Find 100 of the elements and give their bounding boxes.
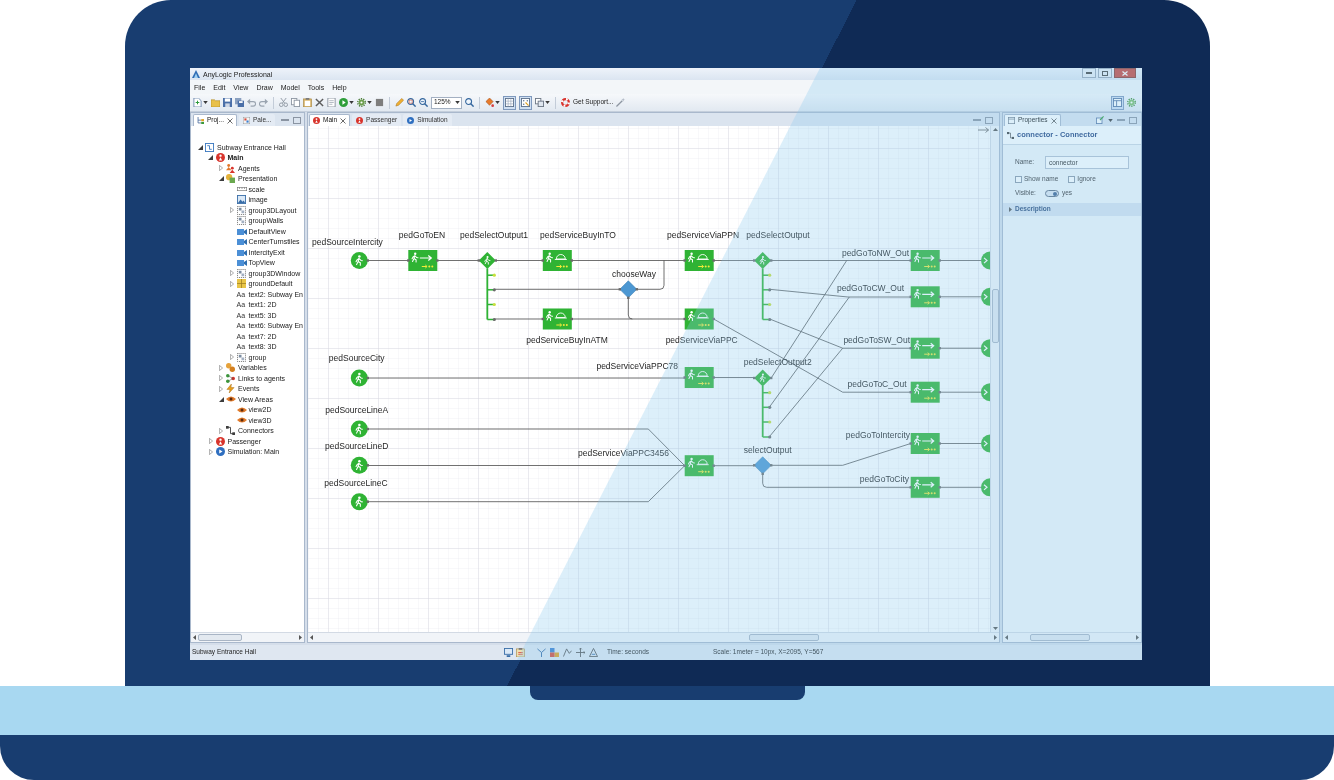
dotted-arrow-icon — [923, 447, 936, 452]
scroll-left-icon[interactable] — [310, 635, 313, 640]
grid-icon — [505, 98, 514, 107]
scrollbar-thumb[interactable] — [749, 634, 819, 641]
branch-icon[interactable] — [537, 648, 546, 657]
tree-arrow-right-icon[interactable] — [229, 270, 234, 277]
minimize-button[interactable] — [1082, 68, 1096, 78]
tree-arrow-right-icon[interactable] — [208, 438, 213, 445]
node-label: chooseWay — [611, 269, 657, 279]
gear-icon[interactable] — [357, 98, 366, 107]
tree-arrow-right-icon[interactable] — [219, 165, 223, 172]
save-icon[interactable] — [223, 98, 232, 107]
chevron-icon — [983, 257, 988, 264]
redo-icon[interactable] — [259, 98, 268, 107]
zoom-area-icon[interactable] — [407, 98, 416, 107]
close-icon[interactable] — [227, 117, 233, 124]
lifebuoy-icon — [561, 98, 570, 107]
connector — [939, 443, 982, 444]
close-icon[interactable] — [1050, 117, 1057, 124]
maximize-icon[interactable] — [293, 116, 301, 124]
scroll-right-icon[interactable] — [299, 635, 302, 640]
tree-arrow-down-icon[interactable] — [197, 144, 203, 150]
chevron-icon — [983, 484, 988, 491]
save-all-icon[interactable] — [235, 98, 244, 107]
eye-icon — [226, 396, 236, 403]
maximize-icon[interactable] — [985, 116, 993, 124]
gear-icon[interactable] — [1127, 98, 1136, 107]
scroll-left-icon[interactable] — [1005, 635, 1008, 640]
scissors-icon[interactable] — [279, 98, 288, 107]
close-icon[interactable] — [340, 117, 347, 124]
document-icon[interactable] — [327, 98, 336, 107]
stop-icon[interactable] — [375, 98, 384, 107]
scroll-right-icon[interactable] — [1136, 635, 1139, 640]
checkbox[interactable] — [1015, 176, 1022, 183]
lightning-icon — [226, 384, 235, 394]
scrollbar-thumb[interactable] — [198, 634, 242, 641]
pedestrian-icon — [759, 373, 766, 383]
clipboard-icon[interactable] — [516, 648, 525, 657]
caret-icon[interactable] — [495, 101, 500, 104]
toggle-button[interactable] — [503, 95, 516, 110]
tree-arrow-right-icon[interactable] — [208, 448, 213, 455]
scroll-left-icon[interactable] — [193, 635, 196, 640]
scrollbar-thumb[interactable] — [1030, 634, 1090, 641]
triangle-icon[interactable] — [589, 648, 598, 657]
visible-toggle[interactable] — [1045, 190, 1059, 197]
bell-icon — [696, 312, 710, 319]
edit-window-icon[interactable] — [1096, 116, 1104, 124]
zoom-out-icon[interactable] — [419, 98, 428, 107]
caret-icon[interactable] — [203, 101, 208, 104]
color-squares-icon[interactable] — [550, 648, 559, 657]
zoom-in-icon[interactable] — [465, 98, 474, 107]
dotted-arrow-icon — [923, 491, 936, 496]
caret-icon[interactable] — [455, 101, 460, 104]
pedestrian-icon — [913, 479, 921, 490]
polyline-icon[interactable] — [563, 648, 572, 657]
caret-icon[interactable] — [367, 101, 372, 104]
project-tree-icon — [197, 117, 204, 124]
shapes-icon — [226, 174, 235, 184]
tree-arrow-right-icon[interactable] — [229, 280, 234, 287]
window-icon — [1008, 117, 1015, 124]
tree-arrow-right-icon[interactable] — [229, 207, 234, 214]
maximize-icon[interactable] — [1129, 116, 1137, 124]
scroll-down-icon[interactable] — [992, 627, 998, 630]
folder-icon[interactable] — [211, 98, 220, 107]
toggle-button[interactable] — [519, 95, 532, 110]
wand-icon[interactable] — [616, 98, 626, 107]
undo-icon[interactable] — [247, 98, 256, 107]
caret-icon[interactable] — [545, 101, 550, 104]
new-file-icon[interactable] — [193, 98, 202, 107]
tree-arrow-right-icon[interactable] — [219, 385, 223, 392]
tree-arrow-right-icon[interactable] — [219, 364, 223, 371]
caret-icon[interactable] — [349, 101, 354, 104]
clipboard-icon[interactable] — [303, 98, 312, 107]
tree-arrow-right-icon[interactable] — [219, 375, 223, 382]
tree-arrow-right-icon[interactable] — [229, 354, 234, 361]
bell-icon — [696, 371, 710, 377]
tree-arrow-down-icon[interactable] — [218, 176, 224, 182]
pencil-icon[interactable] — [395, 98, 404, 107]
move-icon[interactable] — [576, 648, 585, 657]
dotted-arrow-icon — [923, 396, 936, 401]
copy-icon[interactable] — [291, 98, 300, 107]
node-label: pedGoToSW_Out — [843, 335, 910, 345]
monitor-icon[interactable] — [504, 648, 513, 657]
scroll-up-icon[interactable] — [992, 128, 998, 131]
layers-icon[interactable] — [535, 98, 544, 107]
scrollbar-thumb[interactable] — [991, 289, 999, 343]
tree-arrow-down-icon[interactable] — [218, 396, 224, 402]
tree-arrow-right-icon[interactable] — [219, 427, 223, 434]
pedestrian-icon — [355, 255, 363, 266]
scroll-right-icon[interactable] — [994, 635, 997, 640]
close-button[interactable] — [1114, 68, 1136, 78]
tree-arrow-down-icon[interactable] — [208, 155, 213, 161]
maximize-button[interactable] — [1098, 68, 1112, 78]
pedestrian-icon — [355, 423, 363, 435]
connector — [939, 391, 982, 393]
cross-icon[interactable] — [315, 98, 324, 107]
checkbox[interactable] — [1068, 176, 1076, 183]
circles-icon — [226, 363, 235, 373]
paint-drop-icon[interactable] — [485, 98, 494, 107]
perspective-button[interactable] — [1111, 95, 1124, 110]
